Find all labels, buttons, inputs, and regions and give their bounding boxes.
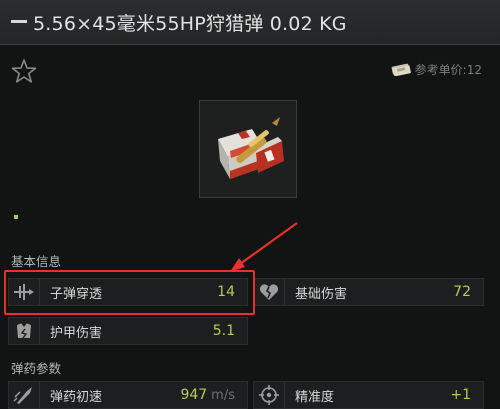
bullet-speed-icon: [9, 382, 40, 408]
stat-label: 护甲伤害: [50, 325, 103, 341]
section-basic-info: 基本信息: [11, 254, 62, 269]
stat-label: 基础伤害: [295, 286, 348, 302]
armor-damage-icon: [9, 318, 40, 344]
highlight-annotation: [4, 270, 255, 315]
status-dot: [14, 215, 18, 219]
stat-muzzle-velocity: 弹药初速 947 m/s: [8, 381, 248, 409]
item-image: [199, 100, 297, 198]
stat-value: 947 m/s: [180, 387, 247, 403]
stat-armor-damage: 护甲伤害 5.1: [8, 317, 248, 345]
title-bar: 5.56×45毫米55HP狩猎弹 0.02 KG: [0, 0, 500, 45]
broken-heart-icon: [254, 279, 285, 305]
cash-icon: [391, 63, 411, 76]
section-ammo-params: 弹药参数: [11, 361, 62, 376]
stat-unit: m/s: [211, 388, 235, 403]
stat-value: 5.1: [212, 323, 235, 339]
stat-value: 72: [453, 284, 471, 300]
favorite-star-icon[interactable]: [11, 58, 37, 84]
stat-value: +1: [450, 387, 471, 403]
price-label: 参考单价:12: [414, 62, 482, 77]
crosshair-icon: [254, 382, 285, 408]
stat-label: 弹药初速: [50, 389, 103, 405]
title-dash: [11, 20, 27, 23]
stat-value-number: 947: [180, 387, 208, 403]
stat-base-damage: 基础伤害 72: [253, 278, 484, 306]
ammo-box-icon: [218, 117, 284, 179]
stat-accuracy: 精准度 +1: [253, 381, 484, 409]
item-title: 5.56×45毫米55HP狩猎弹 0.02 KG: [33, 13, 347, 35]
stat-label: 精准度: [295, 389, 335, 405]
reference-price: 参考单价:12: [391, 61, 482, 77]
